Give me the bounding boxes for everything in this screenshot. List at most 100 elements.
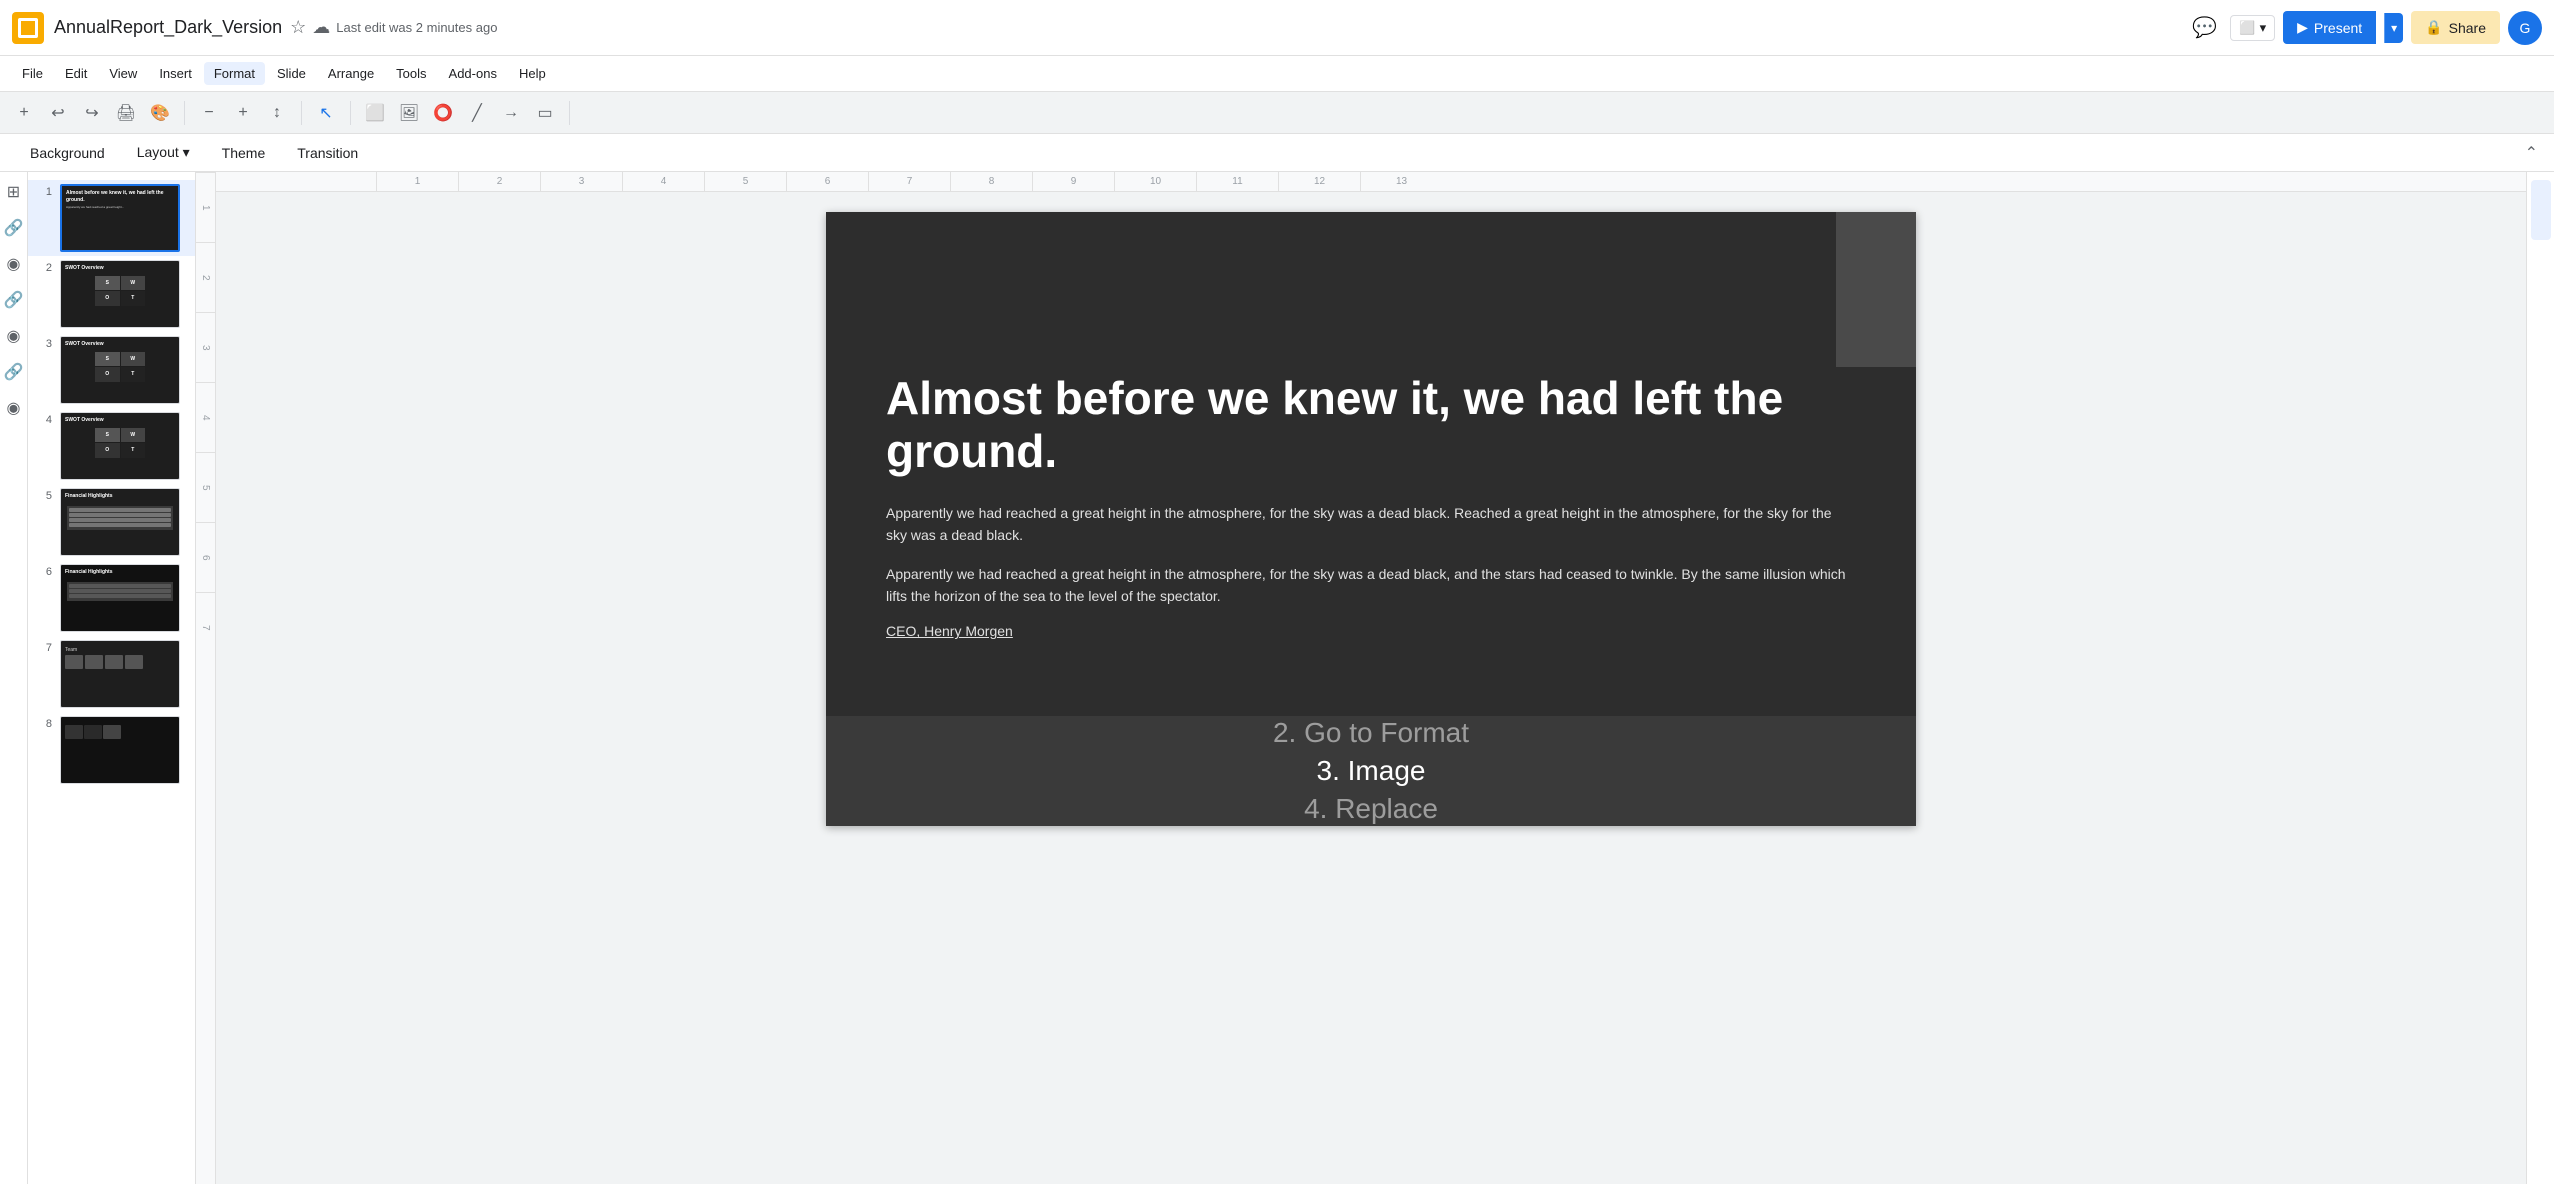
financial-thumb-6: [67, 582, 173, 601]
slide-canvas[interactable]: Almost before we knew it, we had left th…: [826, 212, 1916, 826]
slide-number-1: 1: [36, 184, 52, 198]
slide-thumb-content-7: Team: [61, 641, 179, 707]
right-tab-1[interactable]: [2531, 180, 2551, 240]
ruler-mark-6: 6: [786, 172, 868, 192]
image-button[interactable]: 🖼: [393, 97, 425, 129]
collapse-panel-button[interactable]: ⌃: [2525, 143, 2538, 163]
slide-thumb-4[interactable]: SWOT Overview S W O T: [60, 412, 180, 480]
slide-thumb-3[interactable]: SWOT Overview S W O T: [60, 336, 180, 404]
grid-cell-2: [84, 725, 102, 739]
present-button[interactable]: ▶ Present: [2283, 11, 2376, 44]
paint-format-button[interactable]: 🎨: [144, 97, 176, 129]
swot-s: S: [95, 276, 120, 291]
frame-tool-button[interactable]: ▭: [529, 97, 561, 129]
slide-item-1[interactable]: 1 Almost before we knew it, we had left …: [28, 180, 195, 256]
swot-grid-3: S W O T: [95, 352, 145, 382]
star-icon[interactable]: ☆: [290, 17, 306, 38]
line-button[interactable]: ╱: [461, 97, 493, 129]
select-tool-button[interactable]: ↖: [310, 97, 342, 129]
sidebar-icon-7[interactable]: ◉: [2, 396, 26, 420]
app-icon: [12, 12, 44, 44]
present-dropdown-button[interactable]: ▾: [2384, 13, 2403, 43]
canvas-area: 1 2 3 4 5 6 7 8 9 10 11 12 13 1 2 3 4: [196, 172, 2526, 1184]
sidebar-icon-3[interactable]: ◉: [2, 252, 26, 276]
slide-thumb-8[interactable]: [60, 716, 180, 784]
slide-thumb-1[interactable]: Almost before we knew it, we had left th…: [60, 184, 180, 252]
zoom-out-button[interactable]: −: [193, 97, 225, 129]
slide-thumb-content-8: [61, 717, 179, 783]
text-box-button[interactable]: ⬜: [359, 97, 391, 129]
frame-select[interactable]: ⬜ ▾: [2230, 15, 2275, 41]
thumb-title-1: Almost before we knew it, we had left th…: [66, 190, 174, 203]
slide-item-5[interactable]: 5 Financial Highlights: [28, 484, 195, 560]
toolbar-sep-3: [350, 101, 351, 125]
menu-format[interactable]: Format: [204, 62, 265, 85]
sidebar-icon-6[interactable]: 🔗: [2, 360, 26, 384]
menu-tools[interactable]: Tools: [386, 62, 436, 85]
menu-arrange[interactable]: Arrange: [318, 62, 384, 85]
slide-thumb-2[interactable]: SWOT Overview S W O T: [60, 260, 180, 328]
print-button[interactable]: 🖨: [110, 97, 142, 129]
tab-theme[interactable]: Theme: [208, 139, 280, 167]
slide-heading: Almost before we knew it, we had left th…: [886, 372, 1856, 478]
menu-addons[interactable]: Add-ons: [439, 62, 507, 85]
slide-number-3: 3: [36, 336, 52, 350]
tab-transition[interactable]: Transition: [283, 139, 372, 167]
add-slide-button[interactable]: +: [8, 97, 40, 129]
slide-item-3[interactable]: 3 SWOT Overview S W O T: [28, 332, 195, 408]
sidebar-icon-2[interactable]: 🔗: [2, 216, 26, 240]
slide-thumb-content-4: SWOT Overview S W O T: [61, 413, 179, 479]
team-photo-3: [105, 655, 123, 669]
share-button[interactable]: 🔒 Share: [2411, 11, 2500, 44]
ruler-mark-12: 12: [1278, 172, 1360, 192]
sidebar-icon-4[interactable]: 🔗: [2, 288, 26, 312]
menu-help[interactable]: Help: [509, 62, 556, 85]
toolbar-sep-2: [301, 101, 302, 125]
grid-cell-1: [65, 725, 83, 739]
slide-body-1: Apparently we had reached a great height…: [886, 502, 1856, 547]
slide-thumb-5[interactable]: Financial Highlights: [60, 488, 180, 556]
slide-panel: 1 Almost before we knew it, we had left …: [28, 172, 196, 1184]
zoom-fit-button[interactable]: ↕: [261, 97, 293, 129]
shapes-button[interactable]: ⭕: [427, 97, 459, 129]
last-edit-label: Last edit was 2 minutes ago: [336, 20, 497, 35]
ruler-mark-4: 4: [622, 172, 704, 192]
menu-insert[interactable]: Insert: [149, 62, 202, 85]
fin-row-2: [69, 513, 171, 517]
slide-item-4[interactable]: 4 SWOT Overview S W O T: [28, 408, 195, 484]
menu-view[interactable]: View: [99, 62, 147, 85]
slide-main-content: Almost before we knew it, we had left th…: [886, 372, 1856, 639]
overlay-text-format: 2. Go to Format: [1273, 717, 1469, 749]
tab-background[interactable]: Background: [16, 139, 119, 167]
swot-w-4: W: [121, 428, 146, 443]
sidebar-icon-1[interactable]: ⊞: [2, 180, 26, 204]
right-sidebar: [2526, 172, 2554, 1184]
swot-s-3: S: [95, 352, 120, 367]
swot-w: W: [121, 276, 146, 291]
slide-thumb-7[interactable]: Team: [60, 640, 180, 708]
slide-item-2[interactable]: 2 SWOT Overview S W O T: [28, 256, 195, 332]
lock-icon: 🔒: [2425, 19, 2442, 36]
slide-item-7[interactable]: 7 Team: [28, 636, 195, 712]
menu-edit[interactable]: Edit: [55, 62, 97, 85]
undo-button[interactable]: ↩: [42, 97, 74, 129]
slide-number-5: 5: [36, 488, 52, 502]
slide-item-8[interactable]: 8: [28, 712, 195, 788]
slide-mode-tabs: Background Layout ▾ Theme Transition ⌃: [0, 134, 2554, 172]
present-icon: ▶: [2297, 19, 2308, 36]
slide-item-6[interactable]: 6 Financial Highlights: [28, 560, 195, 636]
ruler-mark-9: 9: [1032, 172, 1114, 192]
redo-button[interactable]: ↪: [76, 97, 108, 129]
slide-number-7: 7: [36, 640, 52, 654]
swot-grid-4: S W O T: [95, 428, 145, 458]
arrow-button[interactable]: →: [495, 97, 527, 129]
sidebar-icon-5[interactable]: ◉: [2, 324, 26, 348]
zoom-in-button[interactable]: +: [227, 97, 259, 129]
comments-button[interactable]: 💬: [2186, 10, 2222, 46]
cloud-icon[interactable]: ☁: [312, 17, 330, 38]
tab-layout[interactable]: Layout ▾: [123, 138, 204, 167]
user-avatar[interactable]: G: [2508, 11, 2542, 45]
slide-thumb-6[interactable]: Financial Highlights: [60, 564, 180, 632]
menu-slide[interactable]: Slide: [267, 62, 316, 85]
menu-file[interactable]: File: [12, 62, 53, 85]
